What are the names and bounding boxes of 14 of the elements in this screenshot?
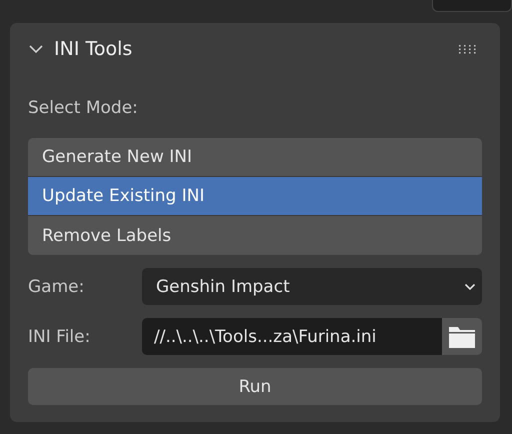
mode-option[interactable]: Update Existing INI — [28, 177, 482, 216]
grip-icon[interactable] — [458, 44, 478, 54]
game-dropdown[interactable]: Genshin Impact — [142, 268, 482, 305]
folder-icon — [448, 324, 476, 348]
game-label: Game: — [28, 276, 86, 296]
mode-label: Select Mode: — [28, 97, 138, 120]
panel-title: INI Tools — [54, 38, 134, 60]
folder-button[interactable] — [442, 318, 482, 355]
caret-icon — [464, 282, 476, 290]
run-button[interactable]: Run — [28, 368, 482, 405]
ini-file-field[interactable]: //..\..\..\Tools...za\Furina.ini — [142, 318, 442, 355]
ini-file-label: INI File: — [28, 326, 92, 346]
mode-option[interactable]: Remove Labels — [28, 216, 482, 255]
mode-option[interactable]: Generate New INI — [28, 138, 482, 177]
